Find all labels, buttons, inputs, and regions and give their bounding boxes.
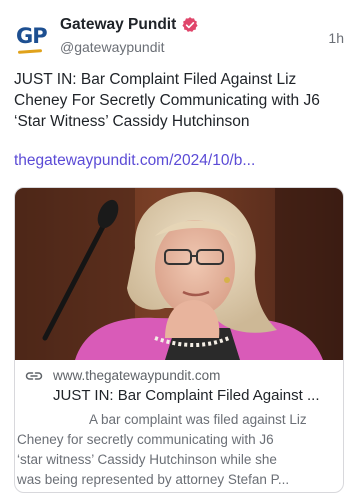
avatar-swoosh bbox=[17, 49, 43, 54]
card-description: A bar complaint was filed against Liz Ch… bbox=[17, 410, 335, 490]
account-handle[interactable]: @gatewaypundit bbox=[60, 39, 165, 55]
name-row: Gateway Pundit bbox=[60, 16, 199, 34]
card-description-line: A bar complaint was filed against Liz bbox=[89, 412, 307, 427]
card-description-line: ‘star witness’ Cassidy Hutchinson while … bbox=[17, 452, 277, 467]
account-name[interactable]: Gateway Pundit bbox=[60, 16, 176, 34]
avatar[interactable]: GP bbox=[16, 24, 52, 56]
card-description-line: was being represented by attorney Stefan… bbox=[17, 472, 290, 487]
avatar-logo-text: GP bbox=[16, 24, 48, 48]
card-image bbox=[15, 188, 343, 360]
verified-badge-icon bbox=[182, 17, 198, 32]
post-link[interactable]: thegatewaypundit.com/2024/10/b... bbox=[14, 152, 348, 170]
link-preview-card[interactable]: www.thegatewaypundit.com JUST IN: Bar Co… bbox=[14, 187, 344, 493]
card-domain[interactable]: www.thegatewaypundit.com bbox=[53, 368, 220, 383]
card-meta: www.thegatewaypundit.com JUST IN: Bar Co… bbox=[15, 360, 343, 492]
post-timestamp[interactable]: 1h bbox=[328, 30, 344, 46]
card-title[interactable]: JUST IN: Bar Complaint Filed Against ... bbox=[53, 387, 335, 404]
post-text: JUST IN: Bar Complaint Filed Against Liz… bbox=[14, 71, 320, 130]
card-description-line: Cheney for secretly communicating with J… bbox=[17, 432, 274, 447]
post-header: GP Gateway Pundit @gatewaypundit 1h bbox=[12, 12, 346, 62]
link-icon bbox=[25, 372, 43, 380]
